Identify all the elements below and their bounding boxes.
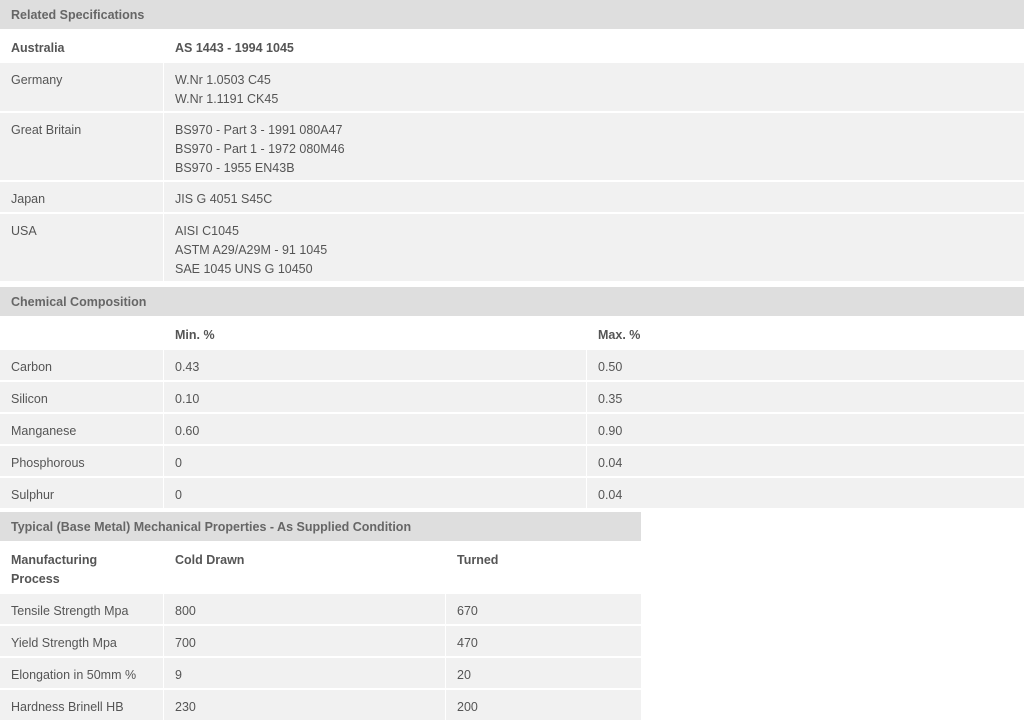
element-name: Phosphorous: [0, 446, 163, 476]
spec-country: USA: [0, 214, 163, 281]
process-header-line: Process: [11, 572, 60, 586]
property-name: Tensile Strength Mpa: [0, 594, 163, 624]
spec-value: AS 1443 - 1994 1045: [175, 41, 294, 55]
min-value: 0.43: [164, 350, 586, 380]
max-value: 0.04: [587, 446, 1024, 476]
cold-drawn-header: Cold Drawn: [175, 553, 245, 567]
max-value: 0.35: [587, 382, 1024, 412]
mech-row-elongation: Elongation in 50mm % 9 20: [0, 658, 641, 688]
property-name: Hardness Brinell HB: [0, 690, 163, 720]
chem-row-phosphorous: Phosphorous 0 0.04: [0, 446, 1024, 476]
min-value: 0: [164, 446, 586, 476]
max-value: 0.50: [587, 350, 1024, 380]
chem-row-silicon: Silicon 0.10 0.35: [0, 382, 1024, 412]
cold-drawn-value: 800: [164, 594, 445, 624]
turned-value: 470: [446, 626, 641, 656]
turned-value: 20: [446, 658, 641, 688]
mechanical-properties-header: Typical (Base Metal) Mechanical Properti…: [0, 512, 641, 541]
chem-row-carbon: Carbon 0.43 0.50: [0, 350, 1024, 380]
process-header: Manufacturing Process: [0, 543, 163, 592]
property-name: Elongation in 50mm %: [0, 658, 163, 688]
spec-value: AISI C1045: [175, 224, 239, 238]
spec-country: Germany: [0, 63, 163, 111]
spec-value: SAE 1045 UNS G 10450: [175, 262, 313, 276]
mech-row-yield: Yield Strength Mpa 700 470: [0, 626, 641, 656]
cold-drawn-value: 230: [164, 690, 445, 720]
spec-value: BS970 - 1955 EN43B: [175, 161, 295, 175]
chem-row-sulphur: Sulphur 0 0.04: [0, 478, 1024, 508]
min-header: Min. %: [175, 328, 215, 342]
mech-header-row: Manufacturing Process Cold Drawn Turned: [0, 543, 641, 592]
max-value: 0.04: [587, 478, 1024, 508]
spec-country: Australia: [11, 41, 65, 55]
spec-country: Great Britain: [0, 113, 163, 180]
spec-values: BS970 - Part 3 - 1991 080A47 BS970 - Par…: [164, 113, 1024, 180]
element-name: Manganese: [0, 414, 163, 444]
mech-row-hardness: Hardness Brinell HB 230 200: [0, 690, 641, 720]
spec-values: W.Nr 1.0503 C45 W.Nr 1.1191 CK45: [164, 63, 1024, 111]
spec-value: W.Nr 1.0503 C45: [175, 73, 271, 87]
element-name: Silicon: [0, 382, 163, 412]
related-specs-header: Related Specifications: [0, 0, 1024, 29]
min-value: 0.60: [164, 414, 586, 444]
spec-country: Japan: [0, 182, 163, 212]
max-header: Max. %: [598, 328, 641, 342]
chemical-composition-header: Chemical Composition: [0, 287, 1024, 316]
spec-value: BS970 - Part 1 - 1972 080M46: [175, 142, 345, 156]
turned-header: Turned: [457, 553, 499, 567]
mech-row-tensile: Tensile Strength Mpa 800 670: [0, 594, 641, 624]
cold-drawn-value: 9: [164, 658, 445, 688]
spec-row-great-britain: Great Britain BS970 - Part 3 - 1991 080A…: [0, 113, 1024, 180]
turned-value: 670: [446, 594, 641, 624]
spec-value: BS970 - Part 3 - 1991 080A47: [175, 123, 343, 137]
spec-row-japan: Japan JIS G 4051 S45C: [0, 182, 1024, 212]
max-value: 0.90: [587, 414, 1024, 444]
spec-row-usa: USA AISI C1045 ASTM A29/A29M - 91 1045 S…: [0, 214, 1024, 281]
spec-value: JIS G 4051 S45C: [164, 182, 1024, 212]
chem-header-row: Min. % Max. %: [0, 318, 1024, 348]
spec-row-germany: Germany W.Nr 1.0503 C45 W.Nr 1.1191 CK45: [0, 63, 1024, 111]
property-name: Yield Strength Mpa: [0, 626, 163, 656]
min-value: 0: [164, 478, 586, 508]
spec-value: ASTM A29/A29M - 91 1045: [175, 243, 328, 257]
process-header-line: Manufacturing: [11, 553, 98, 567]
min-value: 0.10: [164, 382, 586, 412]
element-name: Sulphur: [0, 478, 163, 508]
spec-row-australia: Australia AS 1443 - 1994 1045: [0, 31, 1024, 61]
turned-value: 200: [446, 690, 641, 720]
spec-value: W.Nr 1.1191 CK45: [175, 92, 279, 106]
spec-values: AISI C1045 ASTM A29/A29M - 91 1045 SAE 1…: [164, 214, 1024, 281]
cold-drawn-value: 700: [164, 626, 445, 656]
element-name: Carbon: [0, 350, 163, 380]
chem-row-manganese: Manganese 0.60 0.90: [0, 414, 1024, 444]
